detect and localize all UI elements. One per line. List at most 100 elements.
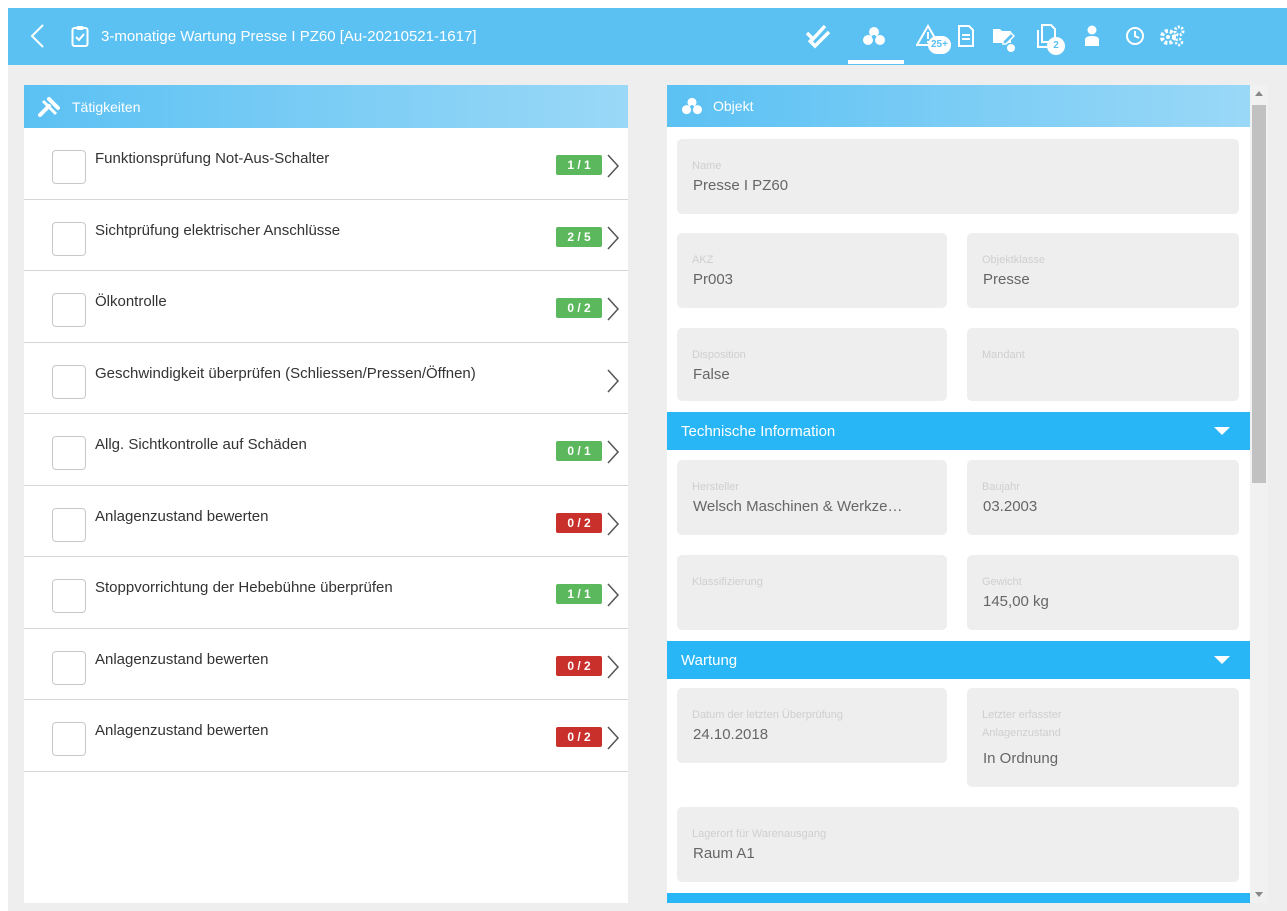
letzte-pruefung-field[interactable]: Datum der letzten Überprüfung 24.10.2018 bbox=[677, 688, 947, 763]
gewicht-field[interactable]: Gewicht 145,00 kg bbox=[967, 555, 1239, 630]
object-panel-scrollbar[interactable] bbox=[1250, 85, 1268, 903]
name-field[interactable]: Name Presse I PZ60 bbox=[677, 139, 1239, 214]
letzte-pruefung-label: Datum der letzten Überprüfung bbox=[692, 709, 844, 721]
settings-icon bbox=[1160, 25, 1185, 47]
toolbar-check-button[interactable] bbox=[804, 22, 832, 50]
scroll-down-icon[interactable] bbox=[1255, 892, 1263, 897]
toolbar-clock-button[interactable] bbox=[1121, 22, 1149, 50]
section-technische-information[interactable]: Technische Information bbox=[667, 412, 1250, 450]
chevron-right-icon[interactable] bbox=[606, 439, 620, 465]
active-tab-indicator bbox=[848, 60, 904, 64]
task-checkbox[interactable] bbox=[52, 722, 86, 756]
folder-status-dot bbox=[1007, 44, 1015, 52]
lagerort-value: Raum A1 bbox=[693, 845, 755, 862]
task-checkbox[interactable] bbox=[52, 364, 86, 399]
task-checkbox[interactable] bbox=[52, 579, 86, 613]
lagerort-field[interactable]: Lagerort für Warenausgang Raum A1 bbox=[677, 807, 1239, 882]
akz-value: Pr003 bbox=[693, 271, 734, 288]
chevron-right-icon[interactable] bbox=[606, 153, 620, 179]
app-header: 3-monatige Wartung Presse I PZ60 [Au-202… bbox=[8, 8, 1287, 65]
task-label: Funktionsprüfung Not-Aus-Schalter bbox=[95, 150, 330, 167]
task-checkbox[interactable] bbox=[52, 436, 86, 470]
object-icon bbox=[863, 27, 885, 45]
mandant-field[interactable]: Mandant bbox=[967, 328, 1239, 401]
copies-count-badge: 2 bbox=[1047, 37, 1065, 55]
clipboard-check-icon bbox=[71, 25, 89, 47]
disposition-label: Disposition bbox=[692, 349, 746, 361]
hersteller-label: Hersteller bbox=[692, 481, 740, 493]
chevron-right-icon[interactable] bbox=[606, 225, 620, 251]
person-icon bbox=[1085, 25, 1099, 46]
akz-field[interactable]: AKZ Pr003 bbox=[677, 233, 947, 308]
back-button[interactable] bbox=[26, 23, 52, 49]
chevron-right-icon[interactable] bbox=[606, 296, 620, 322]
page-title: 3-monatige Wartung Presse I PZ60 [Au-202… bbox=[101, 28, 477, 45]
chevron-right-icon[interactable] bbox=[606, 368, 620, 394]
task-row[interactable]: Geschwindigkeit überprüfen (Schliessen/P… bbox=[24, 343, 628, 414]
task-progress-badge: 1 / 1 bbox=[556, 584, 602, 604]
klassifizierung-field[interactable]: Klassifizierung bbox=[677, 555, 947, 630]
object-panel: Objekt Name Presse I PZ60 AKZ Pr003 Obje… bbox=[667, 85, 1250, 903]
section-wartung[interactable]: Wartung bbox=[667, 641, 1250, 679]
hersteller-field[interactable]: Hersteller Welsch Maschinen & Werkze… bbox=[677, 460, 947, 535]
toolbar-folder-button[interactable] bbox=[989, 22, 1017, 52]
toolbar-object-button[interactable] bbox=[860, 22, 888, 50]
task-label: Sichtprüfung elektrischer Anschlüsse bbox=[95, 221, 341, 239]
tasks-panel-header: Tätigkeiten bbox=[24, 85, 628, 128]
letzter-zustand-label: Letzter erfasster Anlagenzustand bbox=[982, 709, 1062, 740]
warnings-count-badge: 25+ bbox=[928, 36, 951, 54]
toolbar-copies-button[interactable]: 2 bbox=[1033, 22, 1065, 55]
chevron-right-icon[interactable] bbox=[606, 654, 620, 680]
toolbar-settings-button[interactable] bbox=[1158, 22, 1186, 50]
objektklasse-label: Objektklasse bbox=[982, 254, 1045, 266]
objektklasse-value: Presse bbox=[983, 271, 1030, 288]
toolbar-document-button[interactable] bbox=[952, 22, 980, 50]
letzte-pruefung-value: 24.10.2018 bbox=[693, 726, 769, 743]
klassifizierung-label: Klassifizierung bbox=[692, 576, 763, 588]
task-progress-badge: 0 / 2 bbox=[556, 655, 602, 676]
task-checkbox[interactable] bbox=[52, 507, 86, 542]
task-checkbox[interactable] bbox=[52, 150, 86, 184]
task-label: Allg. Sichtkontrolle auf Schäden bbox=[95, 436, 307, 453]
task-checkbox[interactable] bbox=[52, 650, 86, 685]
task-label: Anlagenzustand bewerten bbox=[95, 650, 269, 668]
gewicht-label: Gewicht bbox=[982, 576, 1022, 588]
baujahr-value: 03.2003 bbox=[983, 498, 1038, 515]
task-row[interactable]: Anlagenzustand bewerten 0 / 2 bbox=[24, 486, 628, 557]
task-row[interactable]: Anlagenzustand bewerten 0 / 2 bbox=[24, 700, 628, 772]
section-title: Wartung bbox=[681, 651, 738, 669]
task-checkbox[interactable] bbox=[52, 221, 86, 256]
document-icon bbox=[958, 25, 974, 47]
task-progress-badge: 0 / 2 bbox=[556, 512, 602, 533]
object-panel-header: Objekt bbox=[667, 85, 1250, 127]
letzter-zustand-field[interactable]: Letzter erfasster Anlagenzustand In Ordn… bbox=[967, 688, 1239, 787]
caret-down-icon bbox=[1214, 427, 1230, 435]
scrollbar-thumb[interactable] bbox=[1252, 105, 1266, 483]
task-progress-badge: 1 / 1 bbox=[556, 155, 602, 175]
mandant-label: Mandant bbox=[982, 349, 1025, 361]
task-label: Ölkontrolle bbox=[95, 293, 167, 310]
caret-down-icon bbox=[1214, 656, 1230, 664]
toolbar-warnings-button[interactable]: 25+ bbox=[914, 22, 951, 54]
chevron-right-icon[interactable] bbox=[606, 582, 620, 608]
disposition-field[interactable]: Disposition False bbox=[677, 328, 947, 401]
gewicht-value: 145,00 kg bbox=[983, 593, 1049, 610]
scroll-up-icon[interactable] bbox=[1255, 91, 1263, 96]
baujahr-field[interactable]: Baujahr 03.2003 bbox=[967, 460, 1239, 535]
task-row[interactable]: Anlagenzustand bewerten 0 / 2 bbox=[24, 629, 628, 700]
task-row[interactable]: Funktionsprüfung Not-Aus-Schalter 1 / 1 bbox=[24, 128, 628, 200]
task-label: Stoppvorrichtung der Hebebühne überprüfe… bbox=[95, 579, 393, 596]
chevron-right-icon[interactable] bbox=[606, 725, 620, 751]
task-checkbox[interactable] bbox=[52, 293, 86, 327]
task-row[interactable]: Stoppvorrichtung der Hebebühne überprüfe… bbox=[24, 557, 628, 629]
baujahr-label: Baujahr bbox=[982, 481, 1020, 493]
next-section-bar[interactable] bbox=[667, 893, 1250, 903]
task-row[interactable]: Sichtprüfung elektrischer Anschlüsse 2 /… bbox=[24, 200, 628, 271]
object-icon bbox=[681, 95, 703, 117]
clock-icon bbox=[1126, 27, 1144, 45]
task-row[interactable]: Allg. Sichtkontrolle auf Schäden 0 / 1 bbox=[24, 414, 628, 486]
chevron-right-icon[interactable] bbox=[606, 511, 620, 537]
task-row[interactable]: Ölkontrolle 0 / 2 bbox=[24, 271, 628, 343]
toolbar-person-button[interactable] bbox=[1078, 22, 1106, 50]
objektklasse-field[interactable]: Objektklasse Presse bbox=[967, 233, 1239, 308]
